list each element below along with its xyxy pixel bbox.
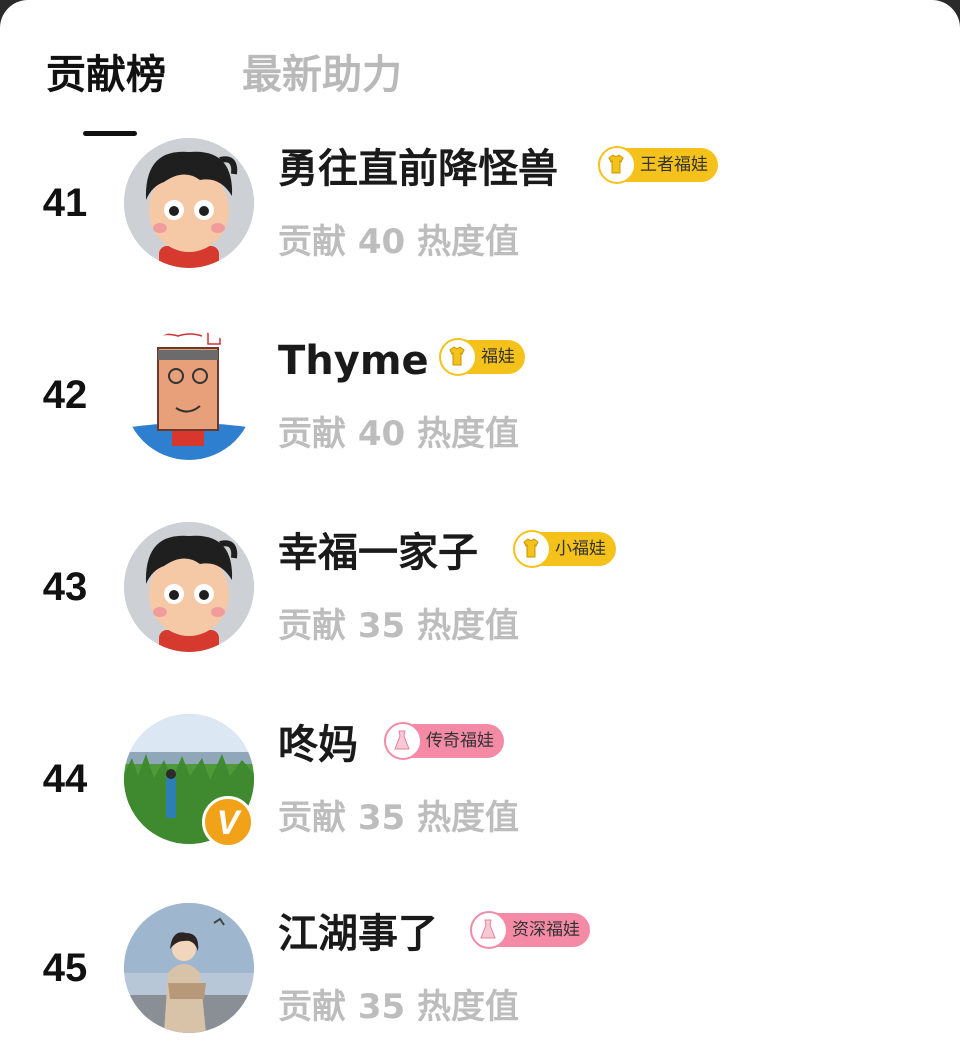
user-name: Thyme xyxy=(278,338,429,384)
contribution-score: 贡献 40 热度值 xyxy=(278,414,519,454)
badge-label: 福娃 xyxy=(481,347,515,367)
user-name: 勇往直前降怪兽 xyxy=(278,146,558,192)
rank-number: 44 xyxy=(42,757,88,801)
verified-badge-icon: V xyxy=(202,796,254,848)
ranking-row[interactable]: 43 幸福一家子 小福娃 贡献 35 热度值 xyxy=(0,522,960,714)
level-badge: 王者福娃 xyxy=(598,146,718,184)
rank-number: 42 xyxy=(42,373,88,417)
badge-label: 小福娃 xyxy=(555,539,606,559)
badge-label: 资深福娃 xyxy=(512,920,580,940)
avatar[interactable] xyxy=(124,330,254,460)
level-badge: 福娃 xyxy=(439,338,525,376)
contribution-score: 贡献 35 热度值 xyxy=(278,798,519,838)
contribution-sheet: 41 勇往直前降怪兽 王者福娃 贡献 40 热度值 42 Thyme 福娃 贡献… xyxy=(0,0,960,1043)
rank-number: 41 xyxy=(42,181,88,225)
level-badge: 资深福娃 xyxy=(470,911,590,949)
avatar[interactable] xyxy=(124,903,254,1033)
contribution-score: 贡献 35 热度值 xyxy=(278,987,519,1027)
tab-contribution-ranking[interactable]: 贡献榜 xyxy=(46,50,166,100)
rank-number: 45 xyxy=(42,946,88,990)
badge-label: 王者福娃 xyxy=(640,155,708,175)
level-badge: 传奇福娃 xyxy=(384,722,504,760)
avatar[interactable] xyxy=(124,522,254,652)
user-name: 咚妈 xyxy=(278,722,358,768)
avatar[interactable] xyxy=(124,138,254,268)
ranking-list: 41 勇往直前降怪兽 王者福娃 贡献 40 热度值 42 Thyme 福娃 贡献… xyxy=(0,0,960,1043)
user-name: 江湖事了 xyxy=(278,911,438,957)
tshirt-icon xyxy=(439,338,477,376)
contribution-score: 贡献 40 热度值 xyxy=(278,222,519,262)
rank-number: 43 xyxy=(42,565,88,609)
tshirt-icon xyxy=(513,530,551,568)
verified-label: V xyxy=(216,804,240,842)
tab-bar: 贡献榜 最新助力 xyxy=(0,0,960,140)
badge-label: 传奇福娃 xyxy=(426,731,494,751)
ranking-row[interactable]: 42 Thyme 福娃 贡献 40 热度值 xyxy=(0,330,960,522)
dress-icon xyxy=(470,911,508,949)
ranking-row[interactable]: 44 V 咚妈 传奇福娃 贡献 35 热度值 xyxy=(0,714,960,906)
ranking-row[interactable]: 45 江湖事了 资深福娃 贡献 35 热度值 xyxy=(0,903,960,1043)
tshirt-icon xyxy=(598,146,636,184)
tab-latest-support[interactable]: 最新助力 xyxy=(242,50,402,100)
ranking-row[interactable]: 41 勇往直前降怪兽 王者福娃 贡献 40 热度值 xyxy=(0,138,960,330)
active-tab-indicator xyxy=(83,131,137,136)
user-name: 幸福一家子 xyxy=(278,530,478,576)
dress-icon xyxy=(384,722,422,760)
level-badge: 小福娃 xyxy=(513,530,616,568)
contribution-score: 贡献 35 热度值 xyxy=(278,606,519,646)
